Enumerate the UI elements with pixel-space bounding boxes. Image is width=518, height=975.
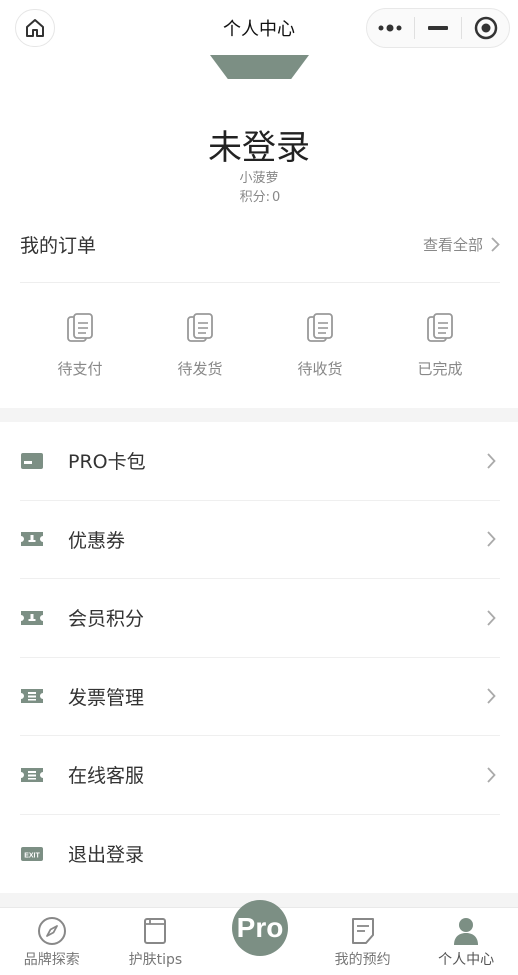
invoice-icon: [20, 686, 44, 706]
navbar: 个人中心: [0, 0, 518, 55]
menu-item-member-points[interactable]: 会员积分: [20, 579, 500, 658]
menu-item-label: 退出登录: [68, 844, 145, 867]
orders-divider: [20, 282, 500, 283]
user-name[interactable]: 未登录: [0, 120, 518, 169]
tab-label: 我的预约: [334, 952, 391, 968]
chevron-right-icon: [487, 453, 496, 469]
card-icon: [20, 451, 44, 471]
more-icon: [378, 24, 402, 32]
menu-item-label: 在线客服: [68, 765, 145, 788]
note-icon: [351, 918, 374, 944]
ticket-icon: [20, 608, 44, 628]
close-button[interactable]: [462, 9, 509, 47]
book-icon: [144, 918, 167, 944]
tab-brand-explore[interactable]: 品牌探索: [0, 908, 104, 975]
document-icon: [67, 313, 93, 342]
view-all-label: 查看全部: [422, 235, 483, 254]
menu-item-label: 发票管理: [68, 686, 145, 709]
menu-item-logout[interactable]: EXIT 退出登录: [20, 815, 500, 894]
user-icon: [454, 918, 479, 945]
capsule-menu: [366, 8, 510, 48]
avatar[interactable]: [210, 55, 309, 79]
menu-item-label: 优惠券: [68, 529, 126, 552]
order-status-pending-receipt[interactable]: 待收货: [260, 312, 380, 379]
exit-icon-text: EXIT: [24, 852, 40, 859]
chevron-right-icon: [487, 610, 496, 626]
compass-icon: [37, 917, 66, 945]
chevron-right-icon: [487, 688, 496, 704]
document-icon: [187, 313, 213, 342]
tab-bar: 品牌探索 护肤tips Pro 我的预约 个人中心: [0, 900, 518, 975]
chevron-right-icon: [491, 236, 500, 252]
pro-logo: Pro: [232, 900, 288, 956]
order-status-label: 待收货: [297, 360, 343, 378]
ticket-icon: [20, 529, 44, 549]
orders-header: 我的订单 查看全部: [20, 226, 500, 262]
user-nickname: 小菠萝: [239, 171, 279, 186]
minimize-icon: [428, 26, 448, 30]
order-status-label: 待支付: [57, 360, 103, 378]
chevron-right-icon: [487, 531, 496, 547]
order-status-pending-payment[interactable]: 待支付: [20, 312, 140, 379]
menu-item-label: PRO卡包: [68, 451, 146, 474]
tab-my-appointments[interactable]: 我的预约: [311, 908, 415, 975]
more-button[interactable]: [367, 9, 414, 47]
tab-label: 品牌探索: [23, 952, 80, 968]
close-target-icon: [474, 16, 497, 40]
minimize-button[interactable]: [415, 9, 462, 47]
tab-label: 护肤tips: [128, 952, 183, 968]
menu-item-pro-card[interactable]: PRO卡包: [20, 422, 500, 501]
points-label: 积分:: [239, 190, 271, 205]
exit-icon: EXIT: [20, 844, 44, 864]
menu-list: PRO卡包 优惠券 会员积分 发票管理 在线客服 EXIT 退出登录: [0, 422, 518, 893]
service-icon: [20, 765, 44, 785]
section-divider: [0, 408, 518, 422]
menu-item-online-service[interactable]: 在线客服: [20, 736, 500, 815]
tab-label: 个人中心: [438, 952, 495, 968]
order-status-label: 已完成: [417, 360, 463, 378]
order-status-row: 待支付 待发货 待收货 已完成: [20, 312, 500, 379]
menu-item-coupons[interactable]: 优惠券: [20, 501, 500, 579]
order-status-completed[interactable]: 已完成: [380, 312, 500, 379]
orders-title: 我的订单: [20, 234, 97, 257]
chevron-right-icon: [487, 767, 496, 783]
document-icon: [307, 313, 333, 342]
tab-skincare-tips[interactable]: 护肤tips: [104, 908, 208, 975]
tab-personal-center[interactable]: 个人中心: [414, 908, 518, 975]
view-all-orders-link[interactable]: 查看全部: [423, 234, 500, 255]
menu-item-invoice[interactable]: 发票管理: [20, 658, 500, 736]
tab-pro[interactable]: Pro: [207, 900, 311, 975]
document-icon: [427, 313, 453, 342]
menu-item-label: 会员积分: [68, 608, 145, 631]
order-status-label: 待发货: [177, 360, 223, 378]
user-points: 积分: 0: [0, 186, 518, 205]
points-value: 0: [272, 190, 281, 205]
order-status-pending-shipment[interactable]: 待发货: [140, 312, 260, 379]
